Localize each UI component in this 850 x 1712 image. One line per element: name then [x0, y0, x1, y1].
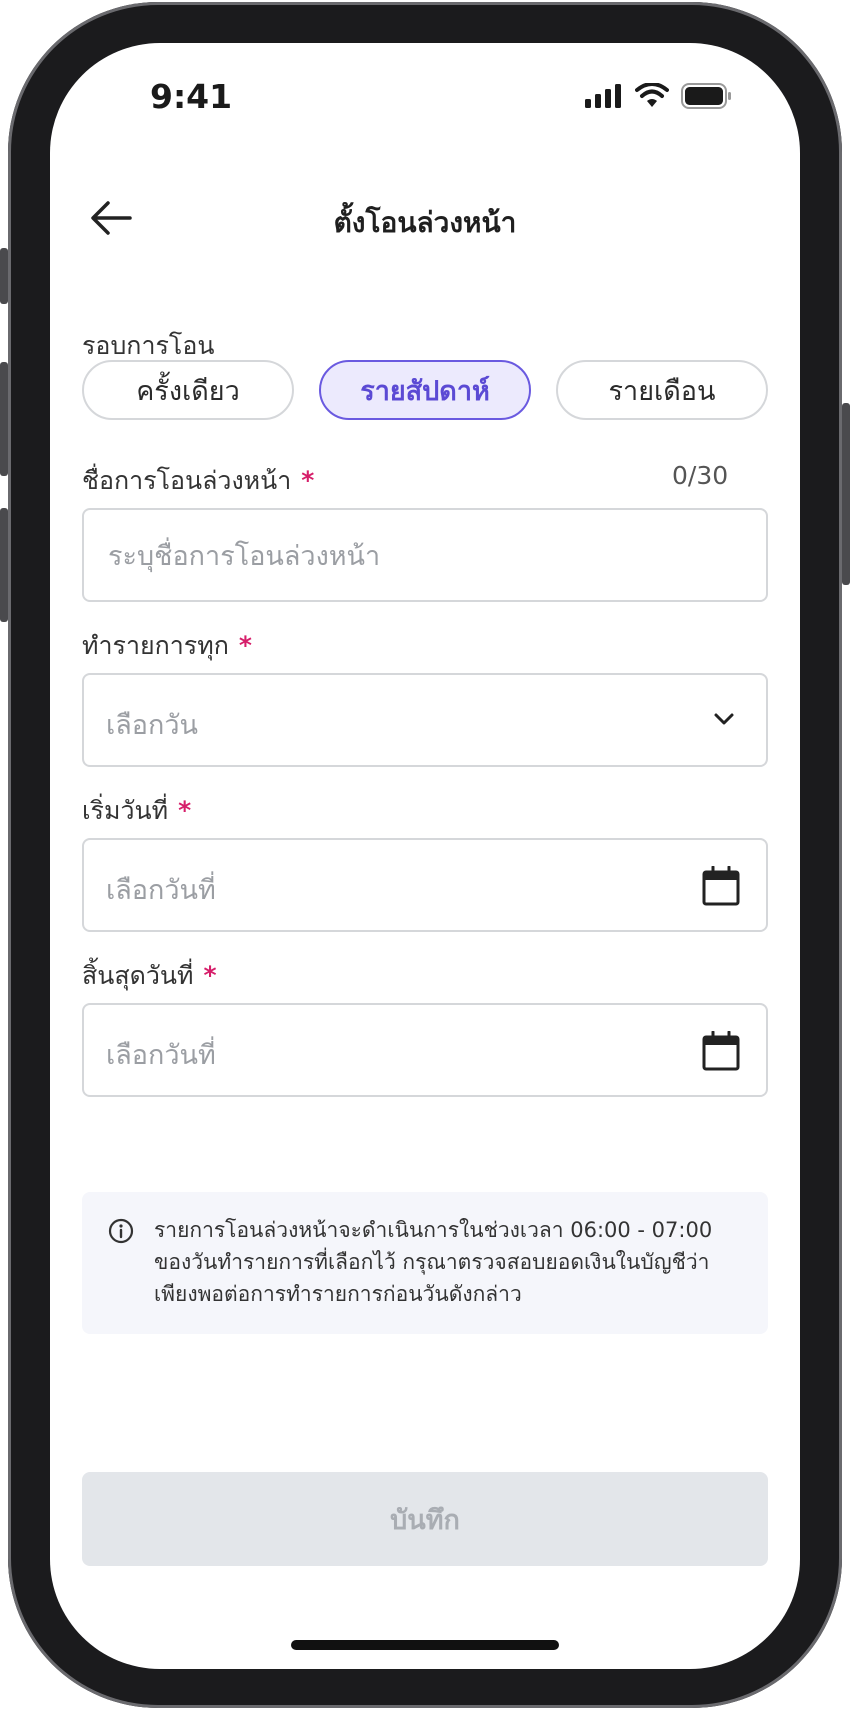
character-counter: 0/30: [672, 461, 729, 490]
end-date-label-text: สิ้นสุดวันที่: [82, 961, 194, 990]
repeat-day-placeholder: เลือกวัน: [106, 710, 198, 741]
side-button-volume-up: [0, 362, 8, 476]
status-icons: [585, 83, 733, 109]
info-icon: [108, 1218, 134, 1248]
calendar-icon[interactable]: [702, 1030, 740, 1075]
page-title: ตั้งโอนล่วงหน้า: [333, 206, 517, 239]
status-time: 9:41: [150, 77, 233, 116]
required-mark: *: [238, 631, 252, 660]
start-date-label: เริ่มวันที่ *: [82, 791, 191, 831]
repeat-field-label: ทำรายการทุก *: [82, 626, 252, 666]
cycle-option-weekly[interactable]: รายสัปดาห์: [319, 360, 531, 420]
name-field-label-text: ชื่อการโอนล่วงหน้า: [82, 466, 292, 495]
required-mark: *: [178, 796, 192, 825]
cycle-option-once[interactable]: ครั้งเดียว: [82, 360, 294, 420]
info-text: รายการโอนล่วงหน้าจะดำเนินการในช่วงเวลา 0…: [154, 1214, 754, 1310]
status-bar: 9:41: [50, 43, 800, 153]
transfer-name-input[interactable]: [106, 510, 670, 602]
side-button-volume-down: [0, 508, 8, 622]
repeat-field-label-text: ทำรายการทุก: [82, 631, 229, 660]
name-field-label: ชื่อการโอนล่วงหน้า *: [82, 461, 314, 501]
cycle-option-monthly[interactable]: รายเดือน: [556, 360, 768, 420]
start-date-placeholder: เลือกวันที่: [106, 875, 216, 906]
side-button-power: [842, 403, 850, 585]
calendar-icon[interactable]: [702, 865, 740, 910]
chevron-down-icon: [712, 707, 736, 735]
required-mark: *: [301, 466, 315, 495]
end-date-label: สิ้นสุดวันที่ *: [82, 956, 217, 996]
signal-icon: [585, 84, 621, 108]
transfer-name-field[interactable]: [82, 508, 768, 602]
start-date-label-text: เริ่มวันที่: [82, 796, 169, 825]
wifi-icon: [635, 83, 669, 107]
required-mark: *: [203, 961, 217, 990]
repeat-day-select[interactable]: เลือกวัน: [82, 673, 768, 767]
info-line: รายการโอนล่วงหน้าจะดำเนินการในช่วงเวลา 0…: [154, 1218, 713, 1242]
save-button[interactable]: บันทึก: [82, 1472, 768, 1566]
end-date-placeholder: เลือกวันที่: [106, 1040, 216, 1071]
info-notice: รายการโอนล่วงหน้าจะดำเนินการในช่วงเวลา 0…: [82, 1192, 768, 1334]
info-line: เพียงพอต่อการทำรายการก่อนวันดังกล่าว: [154, 1282, 522, 1306]
side-button-silent: [0, 248, 8, 304]
end-date-field[interactable]: เลือกวันที่: [82, 1003, 768, 1097]
start-date-field[interactable]: เลือกวันที่: [82, 838, 768, 932]
battery-icon: [681, 83, 731, 109]
screen: 9:41 ตั้งโอนล่วงหน้า รอบการโอน ครั้งเดีย…: [50, 43, 800, 1669]
info-line: ของวันทำรายการที่เลือกไว้ กรุณาตรวจสอบยอ…: [154, 1250, 710, 1274]
navigation-bar: ตั้งโอนล่วงหน้า: [50, 183, 800, 253]
home-indicator: [291, 1640, 559, 1650]
